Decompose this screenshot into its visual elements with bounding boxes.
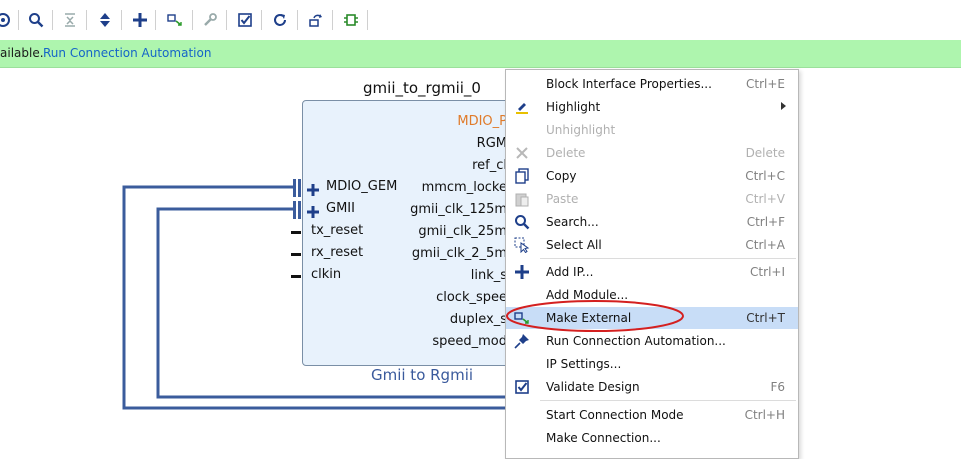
highlight-icon xyxy=(514,99,530,115)
menu-item-run-connection-automation[interactable]: Run Connection Automation... xyxy=(506,330,798,352)
regenerate-layout-icon[interactable] xyxy=(307,11,325,29)
rx-reset-pin[interactable] xyxy=(291,253,301,256)
mdio-gem-interface-marker-2 xyxy=(298,179,301,197)
clkin-pin[interactable] xyxy=(291,275,301,278)
ip-icon[interactable] xyxy=(342,11,360,29)
wrench-icon[interactable] xyxy=(201,11,219,29)
tx-reset-pin[interactable] xyxy=(291,231,301,234)
validate-icon[interactable] xyxy=(236,11,254,29)
menu-item-search[interactable]: Search... Ctrl+F xyxy=(506,211,798,233)
submenu-arrow-icon xyxy=(781,102,786,110)
menu-item-copy[interactable]: Copy Ctrl+C xyxy=(506,165,798,187)
menu-item-start-connection-mode[interactable]: Start Connection Mode Ctrl+H xyxy=(506,404,798,426)
port-speed-mode[interactable]: speed_mod xyxy=(307,334,507,349)
gmii-interface-marker-2 xyxy=(298,201,301,219)
banner-message: ailable. xyxy=(0,46,44,60)
paste-icon xyxy=(514,191,530,207)
menu-item-highlight[interactable]: Highlight xyxy=(506,96,798,118)
select-all-icon xyxy=(514,237,530,253)
menu-item-unhighlight[interactable]: Unhighlight xyxy=(506,119,798,141)
menu-item-make-connection[interactable]: Make Connection... xyxy=(506,427,798,449)
menu-item-validate-design[interactable]: Validate Design F6 xyxy=(506,376,798,398)
search-icon xyxy=(514,214,530,230)
context-menu: Block Interface Properties... Ctrl+E Hig… xyxy=(505,69,799,459)
menu-item-add-module[interactable]: Add Module... xyxy=(506,284,798,306)
zoom-icon[interactable] xyxy=(27,11,45,29)
port-mmcm-locked[interactable]: mmcm_locke xyxy=(307,180,507,195)
add-icon[interactable] xyxy=(131,11,149,29)
menu-item-block-interface-properties[interactable]: Block Interface Properties... Ctrl+E xyxy=(506,73,798,95)
port-gmii-clk-125m[interactable]: gmii_clk_125m xyxy=(307,202,507,217)
gmii-interface-marker[interactable] xyxy=(293,201,296,219)
menu-item-ip-settings[interactable]: IP Settings... xyxy=(506,353,798,375)
port-gmii-clk-2-5m[interactable]: gmii_clk_2_5m xyxy=(307,246,507,261)
port-clock-speed[interactable]: clock_spee xyxy=(307,290,507,305)
origin-icon[interactable] xyxy=(0,11,12,29)
run-connection-automation-link[interactable]: Run Connection Automation xyxy=(43,40,211,67)
add-icon xyxy=(514,264,530,280)
collapse-icon[interactable] xyxy=(61,11,79,29)
make-external-icon[interactable] xyxy=(166,11,184,29)
port-link-status[interactable]: link_s xyxy=(307,268,507,283)
make-external-icon xyxy=(514,310,530,326)
refresh-icon[interactable] xyxy=(271,11,289,29)
validate-icon xyxy=(514,379,530,395)
copy-icon xyxy=(514,168,530,184)
port-duplex-status[interactable]: duplex_s xyxy=(307,312,507,327)
delete-icon xyxy=(514,145,530,161)
menu-item-paste[interactable]: Paste Ctrl+V xyxy=(506,188,798,210)
port-ref-clk[interactable]: ref_cl xyxy=(307,158,507,173)
menu-item-select-all[interactable]: Select All Ctrl+A xyxy=(506,234,798,256)
mdio-gem-interface-marker[interactable] xyxy=(293,179,296,197)
diagram-toolbar xyxy=(0,0,961,41)
port-gmii-clk-25m[interactable]: gmii_clk_25m xyxy=(307,224,507,239)
designer-assistance-banner: ailable. Run Connection Automation xyxy=(0,40,961,68)
menu-item-make-external[interactable]: Make External Ctrl+T xyxy=(506,307,798,329)
menu-item-add-ip[interactable]: Add IP... Ctrl+I xyxy=(506,261,798,283)
menu-separator xyxy=(540,400,796,401)
expand-collapse-icon[interactable] xyxy=(96,11,114,29)
port-rgmii[interactable]: RGM xyxy=(307,136,507,151)
menu-item-delete[interactable]: Delete Delete xyxy=(506,142,798,164)
pin-icon xyxy=(514,333,530,349)
port-mdio-phy[interactable]: MDIO_P xyxy=(307,114,507,129)
menu-separator xyxy=(540,258,796,259)
